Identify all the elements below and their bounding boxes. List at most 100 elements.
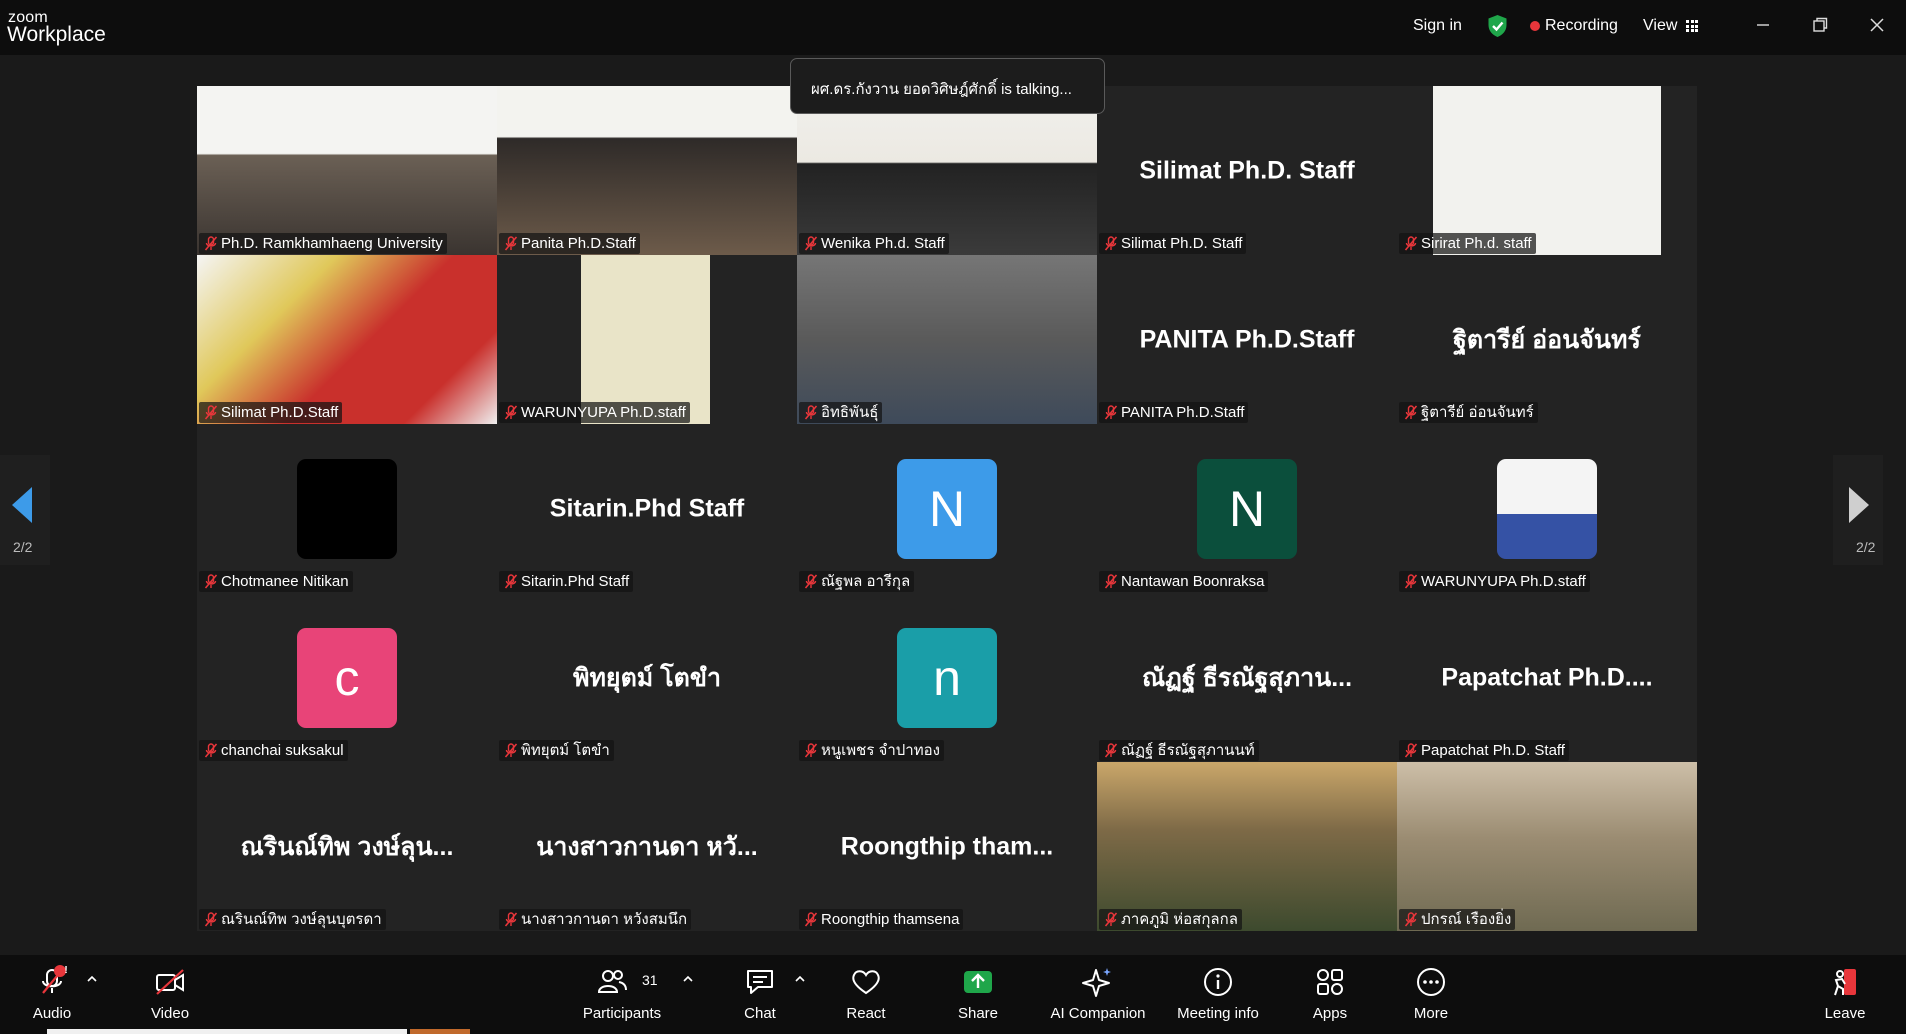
- participant-tile[interactable]: ณรินณ์ทิพ วงษ์ลุน... ณรินณ์ทิพ วงษ์ลุนบุต…: [197, 762, 497, 931]
- participant-tile[interactable]: นางสาวกานดา หวั... นางสาวกานดา หวังสมนึก: [497, 762, 797, 931]
- security-shield-icon[interactable]: [1487, 14, 1508, 38]
- participant-tile[interactable]: Chotmanee Nitikan: [197, 424, 497, 593]
- participant-tile[interactable]: Silimat Ph.D. Staff Silimat Ph.D. Staff: [1097, 86, 1397, 255]
- participant-display-name: Papatchat Ph.D....: [1441, 663, 1653, 691]
- leave-label: Leave: [1824, 1005, 1866, 1022]
- participant-tile[interactable]: Papatchat Ph.D.... Papatchat Ph.D. Staff: [1397, 593, 1697, 762]
- participant-name-label: Chotmanee Nitikan: [199, 571, 353, 592]
- video-camera-off-icon: [156, 969, 184, 995]
- muted-mic-icon: [504, 912, 518, 927]
- page-indicator-left: 2/2: [13, 539, 33, 555]
- view-menu-button[interactable]: View: [1643, 17, 1677, 35]
- participant-name: Sirirat Ph.d. staff: [1421, 235, 1532, 252]
- more-button[interactable]: More: [1399, 955, 1463, 1034]
- participant-avatar: c: [297, 627, 397, 728]
- participant-name-label: Roongthip thamsena: [799, 909, 964, 930]
- participant-video-feed: [197, 86, 497, 255]
- participant-video-feed: [1397, 762, 1697, 931]
- participant-name: PANITA Ph.D.Staff: [1121, 404, 1245, 421]
- participant-tile[interactable]: Sirirat Ph.d. staff: [1397, 86, 1697, 255]
- participant-name-label: นางสาวกานดา หวังสมนึก: [499, 909, 692, 930]
- participant-video-feed: [1097, 762, 1397, 931]
- zoom-window: zoom Workplace Sign in Recording View ผศ…: [0, 0, 1906, 1034]
- participant-display-name: ฐิตารีย์ อ่อนจันทร์: [1453, 325, 1641, 354]
- participant-tile[interactable]: N ณัฐพล อารีกุล: [797, 424, 1097, 593]
- participant-tile[interactable]: Sitarin.Phd Staff Sitarin.Phd Staff: [497, 424, 797, 593]
- participant-name-label: Silimat Ph.D.Staff: [199, 402, 343, 423]
- participant-tile[interactable]: n หนูเพชร จำปาทอง: [797, 593, 1097, 762]
- participant-name-label: Papatchat Ph.D. Staff: [1399, 740, 1569, 761]
- participant-tile[interactable]: Roongthip tham... Roongthip thamsena: [797, 762, 1097, 931]
- participant-tile[interactable]: ฐิตารีย์ อ่อนจันทร์ ฐิตารีย์ อ่อนจันทร์: [1397, 255, 1697, 424]
- participant-tile[interactable]: PANITA Ph.D.Staff PANITA Ph.D.Staff: [1097, 255, 1397, 424]
- title-bar: zoom Workplace Sign in Recording View: [0, 0, 1906, 55]
- chat-button[interactable]: Chat: [728, 955, 792, 1034]
- muted-mic-icon: [1104, 405, 1118, 420]
- leave-button[interactable]: Leave: [1813, 955, 1877, 1034]
- audio-options-caret-icon[interactable]: [87, 975, 97, 983]
- meeting-info-button[interactable]: Meeting info: [1168, 955, 1268, 1034]
- sign-in-link[interactable]: Sign in: [1413, 17, 1462, 35]
- recording-label[interactable]: Recording: [1545, 17, 1618, 35]
- participant-tile[interactable]: ภาคภูมิ ห่อสกุลกล: [1097, 762, 1397, 931]
- audio-button[interactable]: ! Audio: [20, 955, 84, 1034]
- chat-bubble-icon: [747, 970, 773, 994]
- participant-tile[interactable]: ปกรณ์ เรืองยิ่ง: [1397, 762, 1697, 931]
- participant-video-feed: [497, 86, 797, 255]
- participant-avatar: [297, 458, 397, 559]
- participant-display-name: Silimat Ph.D. Staff: [1139, 156, 1355, 184]
- muted-mic-icon: [804, 743, 818, 758]
- chat-options-caret-icon[interactable]: [795, 975, 805, 983]
- participant-tile[interactable]: WARUNYUPA Ph.D.staff: [1397, 424, 1697, 593]
- video-button[interactable]: Video: [138, 955, 202, 1034]
- muted-mic-icon: [1404, 405, 1418, 420]
- minimize-icon[interactable]: [1752, 14, 1774, 36]
- muted-mic-icon: [1404, 574, 1418, 589]
- restore-icon[interactable]: [1809, 14, 1831, 36]
- participant-display-name: ณัฏฐ์ ธีรณัฐสุภาน...: [1141, 663, 1353, 692]
- muted-mic-icon: [1404, 743, 1418, 758]
- participant-tile[interactable]: Panita Ph.D.Staff: [497, 86, 797, 255]
- participant-name: ปกรณ์ เรืองยิ่ง: [1421, 911, 1512, 928]
- close-icon[interactable]: [1866, 14, 1888, 36]
- participant-name: WARUNYUPA Ph.D.staff: [521, 404, 686, 421]
- participants-options-caret-icon[interactable]: [683, 975, 693, 983]
- zoom-logo-workplace: Workplace: [7, 23, 106, 46]
- meeting-toolbar: ! Audio Video 31 Participants Chat React…: [0, 955, 1906, 1034]
- participants-icon: [597, 970, 627, 993]
- ai-companion-label: AI Companion: [1050, 1005, 1146, 1022]
- participant-tile[interactable]: Silimat Ph.D.Staff: [197, 255, 497, 424]
- muted-mic-icon: [204, 912, 218, 927]
- ai-companion-button[interactable]: AI Companion: [1046, 955, 1150, 1034]
- participant-tile[interactable]: พิทยุตม์ โตขำ พิทยุตม์ โตขำ: [497, 593, 797, 762]
- react-button[interactable]: React: [834, 955, 898, 1034]
- muted-mic-icon: [804, 574, 818, 589]
- apps-button[interactable]: Apps: [1298, 955, 1362, 1034]
- participant-name: หนูเพชร จำปาทอง: [821, 742, 940, 759]
- muted-mic-icon: [504, 405, 518, 420]
- grid-view-icon[interactable]: [1686, 20, 1698, 32]
- recording-dot-icon: [1530, 21, 1540, 31]
- participant-name-label: ฐิตารีย์ อ่อนจันทร์: [1399, 402, 1538, 423]
- participant-tile[interactable]: Ph.D. Ramkhamhaeng University: [197, 86, 497, 255]
- muted-mic-icon: [1104, 743, 1118, 758]
- share-button[interactable]: Share: [946, 955, 1010, 1034]
- profile-photo: [1497, 458, 1597, 559]
- participant-name: WARUNYUPA Ph.D.staff: [1421, 573, 1586, 590]
- participant-tile[interactable]: WARUNYUPA Ph.D.staff: [497, 255, 797, 424]
- participant-name: ภาคภูมิ ห่อสกุลกล: [1121, 911, 1238, 928]
- participant-tile[interactable]: อิทธิพันธุ์: [797, 255, 1097, 424]
- participant-name: ณัฏฐ์ ธีรณัฐสุภานนท์: [1121, 742, 1255, 759]
- participant-tile[interactable]: ณัฏฐ์ ธีรณัฐสุภาน... ณัฏฐ์ ธีรณัฐสุภานนท์: [1097, 593, 1397, 762]
- participant-name-label: ณรินณ์ทิพ วงษ์ลุนบุตรดา: [199, 909, 386, 930]
- video-label: Video: [150, 1005, 190, 1022]
- participants-button[interactable]: 31 Participants: [580, 955, 664, 1034]
- participant-display-name: ณรินณ์ทิพ วงษ์ลุน...: [240, 832, 454, 861]
- participant-display-name: Sitarin.Phd Staff: [549, 494, 745, 522]
- participant-tile[interactable]: N Nantawan Boonraksa: [1097, 424, 1397, 593]
- page-indicator-right: 2/2: [1856, 539, 1876, 555]
- participant-display-name: Roongthip tham...: [840, 832, 1054, 860]
- participant-name: chanchai suksakul: [221, 742, 344, 759]
- muted-mic-icon: [504, 236, 518, 251]
- participant-tile[interactable]: c chanchai suksakul: [197, 593, 497, 762]
